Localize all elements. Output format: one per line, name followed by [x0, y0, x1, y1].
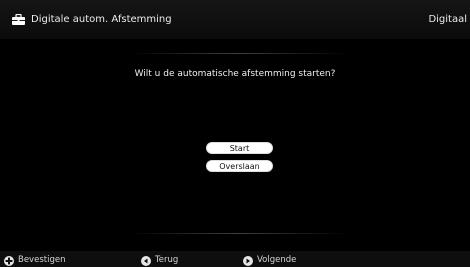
skip-button[interactable]: Overslaan: [206, 160, 273, 172]
next-hint[interactable]: Volgende: [243, 255, 296, 266]
header-bar: Digitale autom. Afstemming Digitaal: [0, 0, 470, 39]
right-arrow-circle-icon: [243, 255, 253, 266]
dialog-question: Wilt u de automatische afstemming starte…: [134, 69, 336, 79]
back-hint[interactable]: Terug: [141, 255, 178, 266]
back-label: Terug: [155, 255, 179, 265]
page-title: Digitale autom. Afstemming: [31, 14, 172, 25]
confirm-label: Bevestigen: [18, 255, 66, 265]
footer-hints: Bevestigen Terug Volgende: [0, 251, 470, 267]
top-divider: [128, 53, 348, 54]
dialog-area: Wilt u de automatische afstemming starte…: [0, 39, 470, 251]
toolbox-icon: [12, 14, 25, 25]
bottom-divider: [128, 233, 348, 234]
left-arrow-circle-icon: [141, 255, 151, 266]
dpad-icon: [4, 255, 14, 266]
next-label: Volgende: [257, 255, 297, 265]
signal-type-label: Digitaal: [428, 14, 467, 25]
confirm-hint[interactable]: Bevestigen: [4, 255, 65, 266]
tv-screen: Digitale autom. Afstemming Digitaal Wilt…: [0, 0, 470, 267]
start-button[interactable]: Start: [206, 142, 273, 154]
